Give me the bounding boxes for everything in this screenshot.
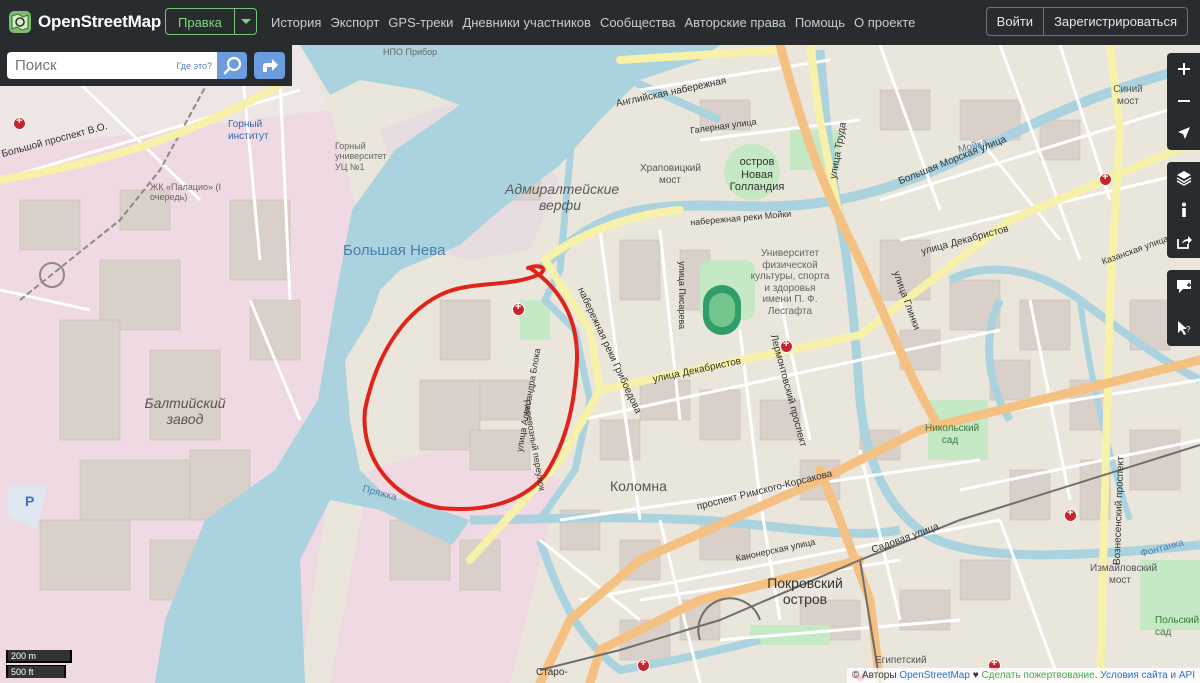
- attribution-separator: .: [1094, 670, 1098, 681]
- label-npo-pribor: НПО Прибор: [383, 47, 438, 57]
- label-kolomna: Коломна: [610, 478, 667, 494]
- where-is-this-link[interactable]: Где это?: [177, 61, 212, 71]
- osm-logo-icon: [9, 11, 31, 33]
- donate-link[interactable]: Сделать пожертвование: [981, 670, 1094, 681]
- label-pokrovsky-island: Покровский остров: [767, 575, 843, 608]
- hospital-icon[interactable]: [637, 657, 650, 672]
- share-icon: [1176, 236, 1192, 249]
- map-base: [0, 45, 1200, 683]
- map-key-button[interactable]: [1167, 194, 1200, 226]
- zoom-controls: [1167, 53, 1200, 150]
- label-pisareva: улица Писарева: [677, 261, 688, 330]
- hospital-icon[interactable]: [1099, 171, 1112, 186]
- directions-button[interactable]: [254, 52, 285, 79]
- info-icon: [1181, 202, 1186, 217]
- label-khrapovitsky: Храповицкий мост: [640, 163, 701, 186]
- label-mining-univ: Горный университет УЦ №1: [335, 141, 387, 172]
- hospital-icon[interactable]: [1064, 507, 1077, 522]
- osm-contributors-link[interactable]: OpenStreetMap: [899, 670, 970, 681]
- layers-button[interactable]: [1167, 162, 1200, 194]
- parking-letter-icon: P: [25, 493, 35, 509]
- zoom-out-button[interactable]: [1167, 85, 1200, 117]
- scale-metric: 200 m: [6, 650, 72, 663]
- label-lesgaft-univ: Университет физической культуры, спорта …: [750, 248, 830, 317]
- search-box: Где это?: [7, 52, 217, 79]
- nav-export[interactable]: Экспорт: [330, 15, 379, 30]
- edit-button[interactable]: Правка: [165, 8, 235, 35]
- label-staro: Старо-: [536, 667, 568, 678]
- label-polsky-garden: Польский сад: [1155, 615, 1200, 638]
- svg-text:?: ?: [1186, 325, 1191, 334]
- geolocate-icon: [1177, 127, 1190, 139]
- main-nav: История Экспорт GPS-треки Дневники участ…: [271, 15, 915, 30]
- logo[interactable]: OpenStreetMap: [8, 10, 161, 34]
- label-baltic-plant: Балтийский завод: [144, 395, 226, 428]
- feedback-tools: ?: [1167, 270, 1200, 346]
- signup-button[interactable]: Зарегистрироваться: [1044, 7, 1188, 36]
- search-input[interactable]: [13, 56, 167, 75]
- map-canvas[interactable]: Адмиралтейские верфи Большая Нева Балтий…: [0, 45, 1200, 683]
- label-admiralty-shipyards: Адмиралтейские верфи: [505, 181, 620, 214]
- map-tools: [1167, 162, 1200, 258]
- nav-copyright[interactable]: Авторские права: [684, 15, 785, 30]
- zoom-in-icon: [1177, 63, 1190, 75]
- note-icon: [1176, 280, 1191, 293]
- label-nikolsky-garden: Никольский сад: [925, 423, 980, 446]
- edit-group: Правка: [165, 8, 257, 35]
- label-sinii-bridge: Синий мост: [1113, 84, 1143, 107]
- zoom-in-button[interactable]: [1167, 53, 1200, 85]
- query-icon: ?: [1177, 321, 1191, 335]
- edit-dropdown-button[interactable]: [234, 8, 257, 35]
- nav-about[interactable]: О проекте: [854, 15, 915, 30]
- label-palazzo: ЖК «Палацио» (I очередь): [150, 182, 221, 203]
- attribution-bar: © Авторы OpenStreetMap ♥ Сделать пожертв…: [846, 668, 1200, 683]
- terms-link[interactable]: Условия сайта и API: [1100, 670, 1195, 681]
- copyright-text: © Авторы: [851, 670, 897, 681]
- label-izmailovsky: Измайловский мост: [1090, 563, 1158, 586]
- heart-icon: ♥: [972, 670, 979, 681]
- hospital-icon[interactable]: [13, 115, 26, 130]
- nav-gps-traces[interactable]: GPS-треки: [388, 15, 453, 30]
- hospital-icon[interactable]: [780, 338, 793, 353]
- nav-history[interactable]: История: [271, 15, 321, 30]
- top-navbar: OpenStreetMap Правка История Экспорт GPS…: [0, 0, 1200, 45]
- search-panel: Где это?: [0, 45, 292, 86]
- auth-buttons: Войти Зарегистрироваться: [985, 7, 1188, 36]
- search-icon: [223, 56, 242, 75]
- nav-user-diaries[interactable]: Дневники участников: [462, 15, 591, 30]
- nav-help[interactable]: Помощь: [795, 15, 845, 30]
- label-mining-institute: Горный институт: [228, 119, 269, 142]
- query-features-button[interactable]: ?: [1167, 312, 1200, 344]
- add-note-button[interactable]: [1167, 270, 1200, 302]
- login-button[interactable]: Войти: [985, 7, 1045, 36]
- logo-text: OpenStreetMap: [38, 12, 162, 31]
- layers-icon: [1176, 171, 1191, 186]
- nav-communities[interactable]: Сообщества: [600, 15, 676, 30]
- label-new-holland: остров Новая Голландия: [729, 156, 785, 194]
- label-bolshaya-neva: Большая Нева: [343, 242, 446, 259]
- label-egipetsky: Египетский: [875, 655, 927, 666]
- zoom-out-icon: [1177, 100, 1190, 102]
- directions-icon: [263, 59, 278, 72]
- geolocate-button[interactable]: [1167, 117, 1200, 149]
- scale-imperial: 500 ft: [6, 665, 66, 678]
- search-button[interactable]: [217, 52, 247, 79]
- hospital-icon[interactable]: [512, 301, 525, 316]
- share-button[interactable]: [1167, 226, 1200, 258]
